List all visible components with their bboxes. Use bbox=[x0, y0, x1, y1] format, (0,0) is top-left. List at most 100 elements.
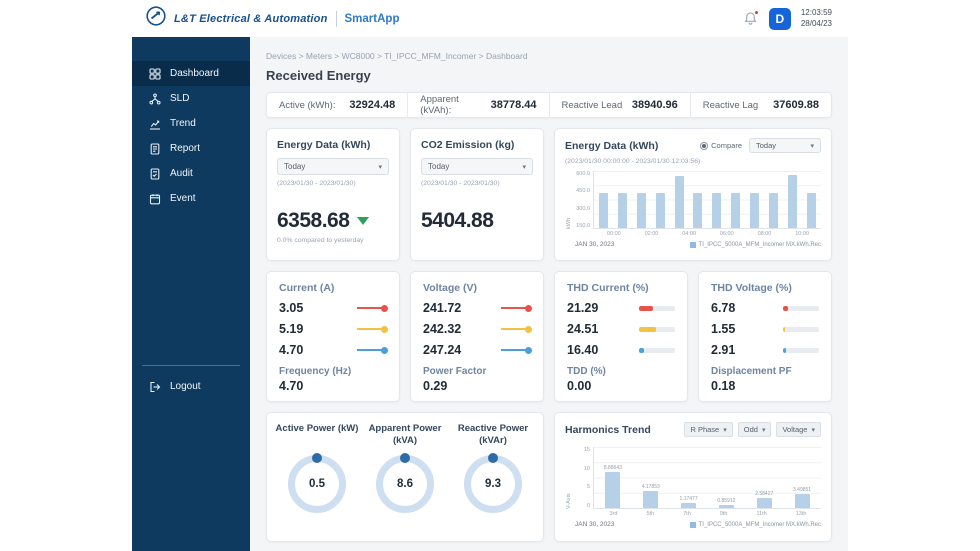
x-tick: 10:00 bbox=[795, 231, 809, 237]
energy-period-select[interactable]: Today ▾ bbox=[277, 158, 389, 175]
x-tick: 04:00 bbox=[682, 231, 697, 237]
legend-label: TI_IPCC_5000A_MFM_Incomer MX.kWh.Rec bbox=[698, 241, 821, 248]
user-avatar[interactable]: D bbox=[768, 7, 791, 30]
trend-down-icon bbox=[357, 217, 370, 225]
metric-value: 5.19 bbox=[279, 322, 304, 336]
stat-label: Reactive Lead bbox=[561, 99, 623, 111]
gauge-title: Reactive Power (kVAr) bbox=[457, 423, 529, 446]
chart-bar: 4.17853 bbox=[642, 484, 660, 508]
gauge-title: Active Power (kW) bbox=[275, 423, 359, 434]
chart-period-select[interactable]: Today ▾ bbox=[749, 138, 821, 153]
stat-cell-2: Reactive Lead 38940.96 bbox=[548, 93, 690, 117]
x-tick: 9th bbox=[719, 511, 728, 517]
gauge-2: Reactive Power (kVAr) 9.3 bbox=[449, 423, 537, 531]
energy-value-row: 6358.68 bbox=[277, 209, 389, 233]
x-tick: 5th bbox=[646, 511, 655, 517]
sidebar-item-label: Report bbox=[170, 143, 201, 154]
chart-bar bbox=[806, 192, 816, 228]
gauge-title: Apparent Power (kVA) bbox=[368, 423, 442, 446]
energy-data-card: Energy Data (kWh) Today ▾ (2023/01/30 - … bbox=[266, 128, 400, 261]
phase-line-indicator bbox=[501, 304, 532, 312]
chart-bar bbox=[731, 192, 741, 228]
stats-bar: Active (kWh): 32924.48 Apparent (kVAh): 387… bbox=[266, 92, 832, 118]
x-tick: 7th bbox=[683, 511, 691, 517]
harmonics-bar-chart: V-Axis 15 10 5 0 8.88643 4.17853 1.17477 0.859… bbox=[565, 447, 821, 509]
chart-footer: JAN 30, 2023 TI_IPCC_5000A_MFM_Incomer M… bbox=[575, 241, 821, 248]
y-axis-ticks: 600.0 450.0 300.0 150.0 bbox=[573, 171, 593, 229]
sidebar: Dashboard SLD Trend Report Audit Event Logout bbox=[132, 37, 250, 551]
chart-bar bbox=[750, 193, 760, 228]
y-axis-label: V-Axis bbox=[566, 493, 572, 509]
chevron-down-icon: ▾ bbox=[723, 426, 727, 434]
gauge-knob bbox=[488, 453, 498, 463]
stat-value: 37609.88 bbox=[773, 99, 819, 111]
metric-row: 16.40 bbox=[567, 343, 675, 357]
compare-label: Compare bbox=[711, 141, 742, 150]
bar-value-label: 8.88643 bbox=[603, 464, 622, 471]
sidebar-item-report[interactable]: Report bbox=[132, 136, 250, 161]
period-value: Today bbox=[284, 162, 306, 171]
harmonics-filter-2[interactable]: Voltage ▾ bbox=[776, 422, 821, 437]
lnt-logo-icon bbox=[146, 6, 166, 31]
sidebar-item-label: Event bbox=[170, 193, 196, 204]
metric-row: 241.72 bbox=[423, 301, 532, 315]
compare-toggle[interactable]: Compare bbox=[700, 141, 742, 150]
sidebar-menu: Dashboard SLD Trend Report Audit Event bbox=[132, 37, 250, 211]
sidebar-item-sld[interactable]: SLD bbox=[132, 86, 250, 111]
co2-emission-card: CO2 Emission (kg) Today ▾ (2023/01/30 - … bbox=[410, 128, 544, 261]
gauge-ring: 9.3 bbox=[464, 453, 522, 513]
date-text: 28/04/23 bbox=[800, 18, 832, 28]
sidebar-item-event[interactable]: Event bbox=[132, 186, 250, 211]
chevron-down-icon: ▾ bbox=[378, 163, 382, 171]
header-right: D 12:03:59 28/04/23 bbox=[743, 0, 832, 37]
metric-value: 1.55 bbox=[711, 322, 736, 336]
brand-separator bbox=[335, 10, 337, 27]
metric-row: 24.51 bbox=[567, 322, 675, 336]
sidebar-item-label: Trend bbox=[170, 118, 196, 129]
metric-row: 5.19 bbox=[279, 322, 388, 336]
filter-label: Voltage bbox=[782, 425, 808, 434]
energy-chart-card: Energy Data (kWh) Compare Today ▾ (2023/… bbox=[554, 128, 832, 261]
harmonics-filter-1[interactable]: Odd ▾ bbox=[737, 422, 772, 437]
metric-card-title: Current (A) bbox=[279, 282, 335, 294]
sidebar-item-audit[interactable]: Audit bbox=[132, 161, 250, 186]
chart-bar: 0.85912 bbox=[717, 498, 735, 508]
app-name: SmartApp bbox=[344, 12, 400, 25]
sub-metric-label: Displacement PF bbox=[711, 366, 792, 377]
x-axis-ticks: 00:00 02:00 04:00 06:00 08:00 10:00 bbox=[595, 231, 821, 237]
notification-bell-icon[interactable] bbox=[743, 9, 759, 27]
chart-bar bbox=[636, 192, 646, 228]
audit-icon bbox=[149, 167, 161, 180]
stat-value: 32924.48 bbox=[349, 99, 396, 111]
y-tick: 15 bbox=[583, 447, 590, 453]
co2-period-select[interactable]: Today ▾ bbox=[421, 158, 533, 175]
sub-metric-value: 4.70 bbox=[279, 379, 304, 393]
co2-total-value: 5404.88 bbox=[421, 209, 494, 232]
gauge-value: 8.6 bbox=[397, 478, 413, 490]
cards-row-3: Active Power (kW) 0.5 Apparent Power (kVA)… bbox=[266, 412, 832, 542]
sidebar-divider bbox=[142, 365, 240, 366]
sidebar-item-trend[interactable]: Trend bbox=[132, 111, 250, 136]
phase-bar-indicator bbox=[783, 305, 819, 311]
sidebar-item-label: Dashboard bbox=[170, 68, 219, 79]
stat-cell-3: Reactive Lag 37609.88 bbox=[689, 93, 831, 117]
chart-bar bbox=[769, 193, 779, 228]
sub-metric-label: Frequency (Hz) bbox=[279, 366, 352, 377]
energy-bar-chart: kWh 600.0 450.0 300.0 150.0 bbox=[565, 171, 821, 229]
energy-total-value: 6358.68 bbox=[277, 209, 350, 232]
sidebar-item-logout[interactable]: Logout bbox=[132, 374, 250, 399]
sidebar-item-dashboard[interactable]: Dashboard bbox=[132, 61, 250, 86]
period-value: Today bbox=[428, 162, 450, 171]
event-icon bbox=[149, 193, 161, 205]
harmonics-filter-0[interactable]: R Phase ▾ bbox=[684, 422, 733, 437]
filter-label: R Phase bbox=[690, 425, 720, 434]
metric-value: 247.24 bbox=[423, 343, 462, 357]
harmonics-filters: R Phase ▾ Odd ▾ Voltage ▾ bbox=[684, 422, 821, 437]
legend-swatch bbox=[689, 241, 696, 248]
radio-icon bbox=[700, 141, 709, 150]
sub-metric-value: 0.00 bbox=[567, 379, 592, 393]
card-title: Energy Data (kWh) bbox=[277, 139, 371, 151]
chevron-down-icon: ▾ bbox=[810, 142, 814, 150]
top-header: L&T Electrical & Automation SmartApp D 1… bbox=[0, 0, 980, 37]
chart-bar bbox=[712, 193, 722, 228]
